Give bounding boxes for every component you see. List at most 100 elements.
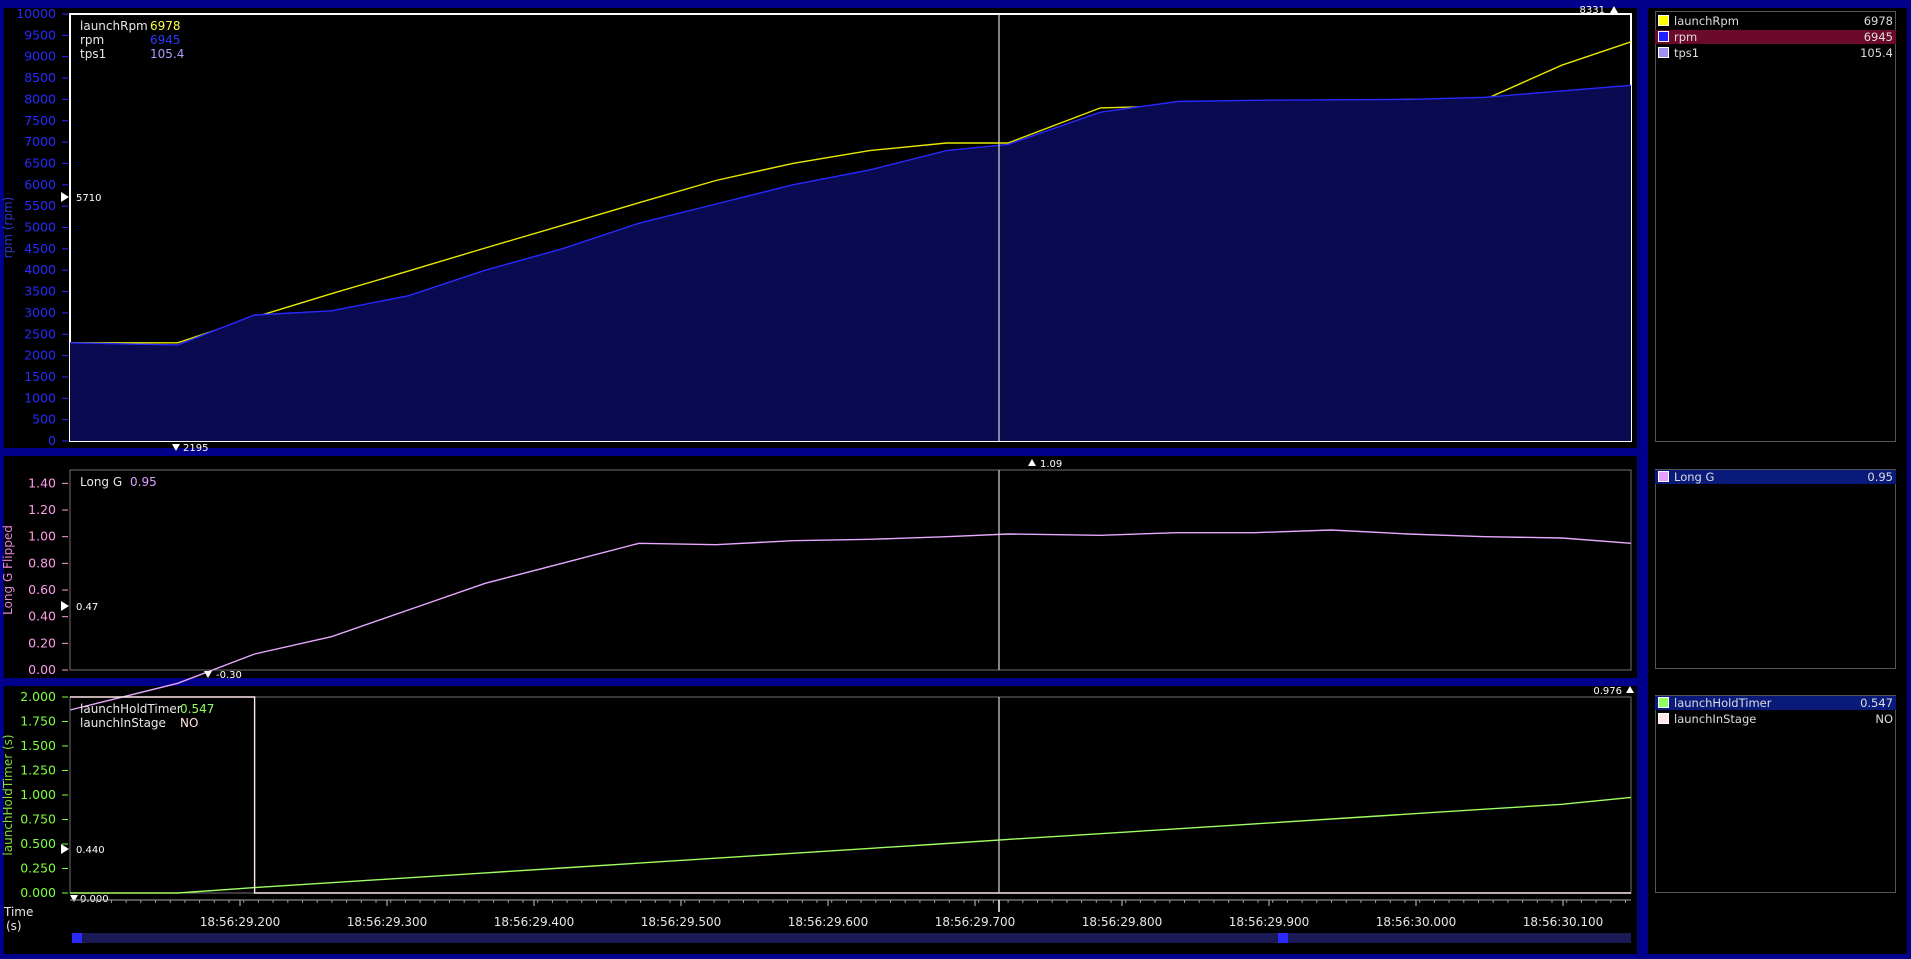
- legend-value: 0.547: [1860, 696, 1893, 710]
- legend-label: launchHoldTimer: [1674, 696, 1772, 710]
- series-line-launchInStage: [70, 696, 1631, 894]
- time-scrollbar: [72, 933, 1631, 943]
- y-tick-label: 2.000: [20, 689, 56, 704]
- y-tick-label: 1.00: [28, 529, 56, 544]
- left-marker: [61, 192, 69, 202]
- y-tick-label: 1.40: [28, 475, 56, 490]
- y-tick-label: 8500: [24, 70, 56, 85]
- time-tick-label: 18:56:29.500: [641, 915, 722, 929]
- y-axis-title: launchHoldTimer (s): [1, 734, 15, 855]
- legend-swatch: [1658, 471, 1669, 482]
- legend-item-rpm[interactable]: rpm 6945: [1655, 30, 1896, 44]
- legend-label: tps1: [1674, 46, 1700, 60]
- time-tick-label: 18:56:30.000: [1376, 915, 1457, 929]
- readout-name: launchInStage: [80, 716, 166, 730]
- left-marker: [61, 601, 69, 611]
- legend-item-tps1[interactable]: tps1 105.4: [1655, 46, 1896, 60]
- y-tick-label: 9500: [24, 27, 56, 42]
- time-axis-unit: (s): [6, 919, 22, 933]
- legend-value: 6945: [1863, 30, 1893, 44]
- y-tick-label: 0.60: [28, 582, 56, 597]
- readout-value: 6978: [150, 19, 181, 33]
- readout-name: launchRpm: [80, 19, 148, 33]
- y-tick-label: 500: [32, 412, 56, 427]
- legend-box-1: [1655, 11, 1896, 442]
- y-tick-label: 6000: [24, 177, 56, 192]
- y-tick-label: 0.80: [28, 555, 56, 570]
- y-tick-label: 1000: [24, 390, 56, 405]
- min-marker: [70, 895, 78, 902]
- legend-label: rpm: [1674, 30, 1698, 44]
- min-marker-label: 2195: [183, 443, 208, 454]
- legend-swatch: [1658, 697, 1669, 708]
- chart-scene: 0 500 1000 1500 2000 2500 3000 3500 4000 4500 5000…: [1, 5, 1634, 943]
- y-axis-title: Long G Flipped: [1, 525, 15, 615]
- legend-value: NO: [1875, 712, 1893, 726]
- time-tick-label: 18:56:29.700: [935, 915, 1016, 929]
- min-marker: [172, 444, 180, 451]
- y-tick-label: 3500: [24, 284, 56, 299]
- readout-value: 0.95: [130, 475, 157, 489]
- time-axis-label: Time: [3, 905, 33, 919]
- legend-box-2: [1655, 469, 1896, 669]
- y-tick-label: 4500: [24, 241, 56, 256]
- time-tick-label: 18:56:30.100: [1523, 915, 1604, 929]
- legend-label: launchInStage: [1674, 712, 1757, 726]
- y-tick-label: 1.250: [20, 763, 56, 778]
- left-marker-label: 0.440: [76, 845, 105, 856]
- y-tick-label: 8000: [24, 91, 56, 106]
- y-tick-label: 2500: [24, 326, 56, 341]
- readout-value: 6945: [150, 33, 181, 47]
- max-marker: [1028, 459, 1036, 466]
- time-tick-label: 18:56:29.600: [788, 915, 869, 929]
- readout-name: tps1: [80, 47, 106, 61]
- y-tick-label: 1.750: [20, 714, 56, 729]
- y-tick-label: 7500: [24, 113, 56, 128]
- y-tick-label: 10000: [16, 6, 56, 21]
- y-tick-label: 0.750: [20, 812, 56, 827]
- legend-item-launchHoldTimer[interactable]: launchHoldTimer 0.547: [1655, 696, 1896, 710]
- y-tick-label: 6500: [24, 155, 56, 170]
- max-marker-label: 0.976: [1593, 686, 1622, 697]
- max-marker: [1610, 6, 1618, 13]
- y-tick-label: 1.20: [28, 502, 56, 517]
- y-tick-label: 1.500: [20, 738, 56, 753]
- time-tick-label: 18:56:29.200: [200, 915, 281, 929]
- time-tick-label: 18:56:29.300: [347, 915, 428, 929]
- y-tick-label: 4000: [24, 262, 56, 277]
- y-tick-label: 0.20: [28, 635, 56, 650]
- scrollbar-left-handle: [72, 933, 82, 943]
- series-area-rpm: [70, 85, 1631, 442]
- time-tick-label: 18:56:29.900: [1229, 915, 1310, 929]
- scrollbar-right-handle: [1278, 933, 1288, 943]
- y-tick-label: 5000: [24, 220, 56, 235]
- left-marker-label: 5710: [76, 193, 101, 204]
- max-marker-label: 8331: [1580, 5, 1605, 16]
- legend-swatch: [1658, 47, 1669, 58]
- legend-value: 105.4: [1860, 46, 1893, 60]
- plot-frame: [69, 696, 1632, 894]
- max-marker: [1626, 686, 1634, 693]
- readout-value: NO: [180, 716, 198, 730]
- series-line-Long G: [69, 529, 1632, 711]
- readout-name: Long G: [80, 475, 122, 489]
- y-tick-label: 3000: [24, 305, 56, 320]
- min-marker: [204, 671, 212, 678]
- legend-swatch: [1658, 713, 1669, 724]
- legend-swatch: [1658, 31, 1669, 42]
- legend-item-launchInStage[interactable]: launchInStage NO: [1655, 712, 1896, 726]
- legend-item-long-g[interactable]: Long G 0.95: [1655, 470, 1896, 484]
- left-marker-label: 0.47: [76, 602, 98, 613]
- left-marker: [61, 844, 69, 854]
- series-line-launchHoldTimer: [70, 796, 1632, 894]
- legend-label: Long G: [1674, 470, 1715, 484]
- legend-swatch: [1658, 15, 1669, 26]
- y-tick-label: 7000: [24, 134, 56, 149]
- y-tick-label: 5500: [24, 198, 56, 213]
- min-marker-label: -0.30: [216, 670, 242, 681]
- legend-item-launchRpm[interactable]: launchRpm 6978: [1655, 14, 1896, 28]
- readout-value: 0.547: [180, 702, 214, 716]
- y-tick-label: 0: [48, 433, 56, 448]
- time-tick-label: 18:56:29.400: [494, 915, 575, 929]
- readout-value: 105.4: [150, 47, 184, 61]
